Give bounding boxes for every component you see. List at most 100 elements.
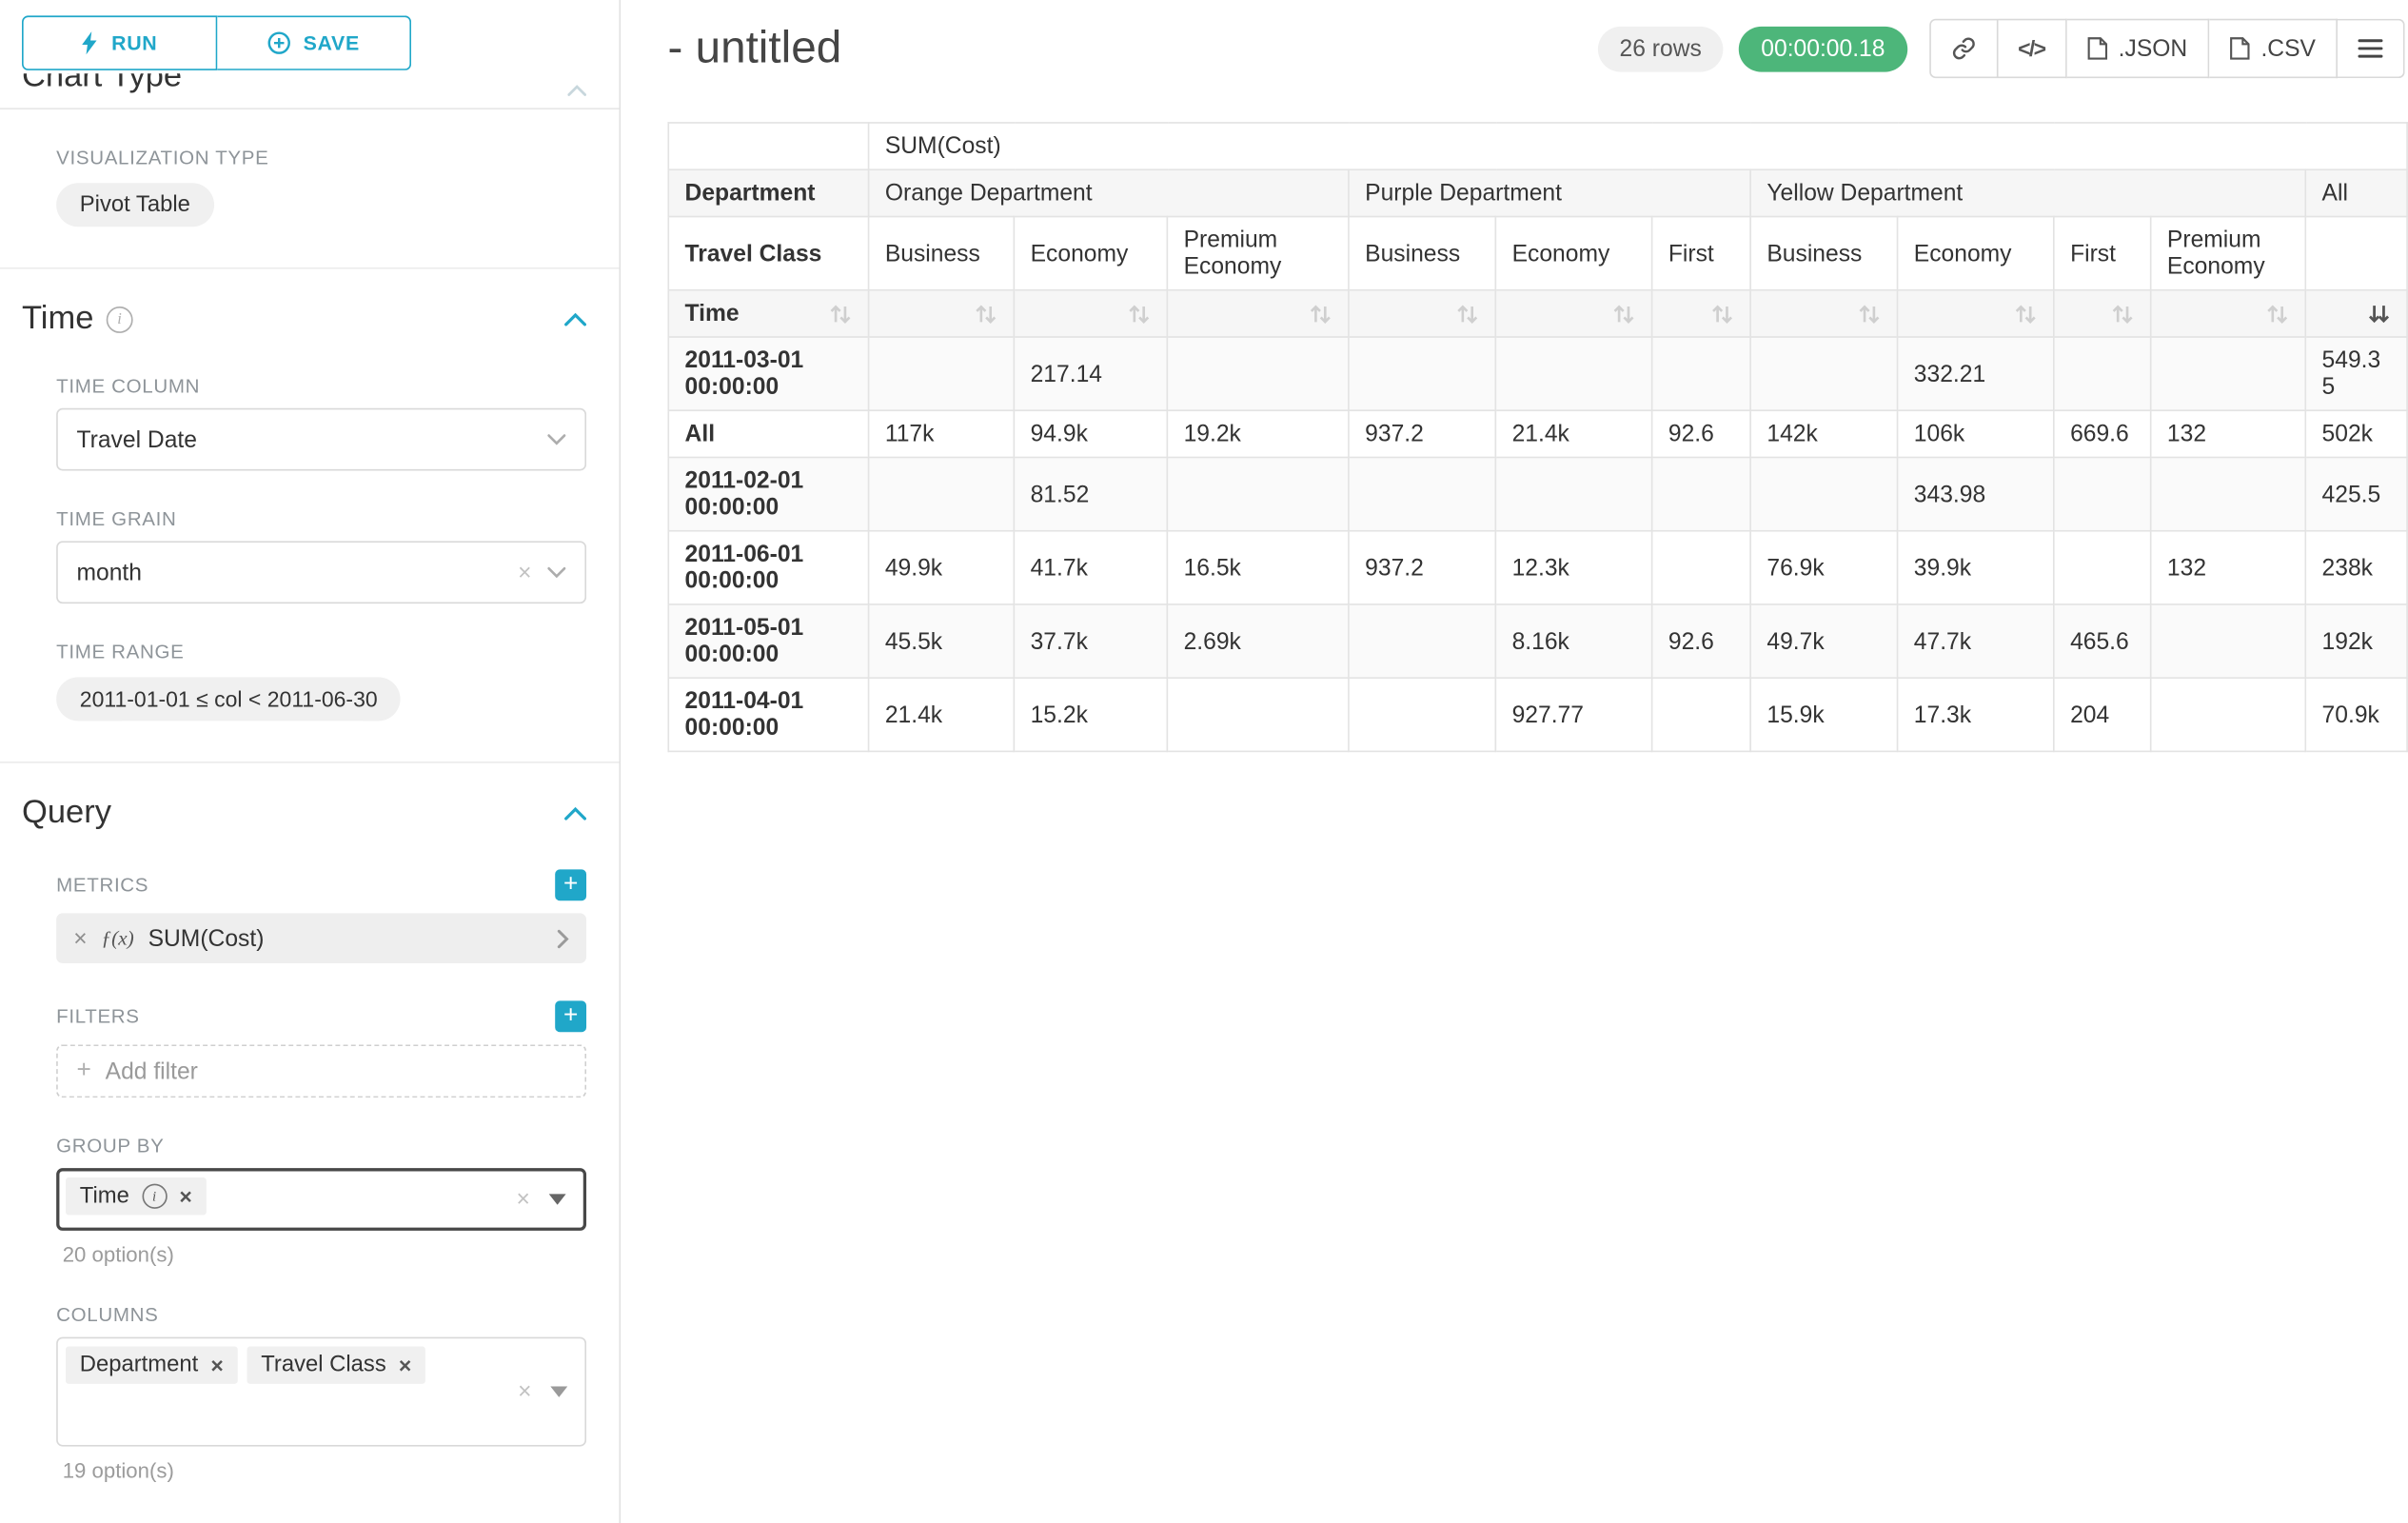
time-grain-select[interactable]: month × <box>56 541 586 603</box>
menu-button[interactable] <box>2338 19 2405 78</box>
remove-icon[interactable]: × <box>399 1355 411 1376</box>
corner-cell <box>668 123 868 169</box>
sort-icon[interactable] <box>2322 303 2391 325</box>
pivot-cell: 502k <box>2305 410 2407 457</box>
sort-icon[interactable] <box>2167 303 2289 325</box>
pivot-cell: 549.35 <box>2305 337 2407 410</box>
sort-icon[interactable] <box>1184 303 1332 325</box>
travel-class-header <box>2305 217 2407 290</box>
add-filter-plus-button[interactable]: + <box>555 1000 586 1032</box>
remove-icon[interactable]: × <box>210 1355 223 1376</box>
pivot-cell: 669.6 <box>2054 410 2151 457</box>
groupby-pill: Timei× <box>66 1177 207 1215</box>
sort-icon[interactable] <box>1365 303 1479 325</box>
time-column-select[interactable]: Travel Date <box>56 408 586 471</box>
time-range-pill[interactable]: 2011-01-01 ≤ col < 2011-06-30 <box>56 677 401 721</box>
sort-icon[interactable] <box>1512 303 1636 325</box>
department-group-header: All <box>2305 169 2407 216</box>
sort-icon[interactable] <box>829 303 853 325</box>
dropdown-arrow-icon[interactable] <box>550 1386 567 1396</box>
sort-icon[interactable] <box>1914 303 2038 325</box>
pivot-cell <box>1750 458 1897 531</box>
metric-name: SUM(Cost) <box>148 925 543 952</box>
chart-toolbar: </> .JSON .CSV <box>1928 19 2404 78</box>
visualization-type-label: VISUALIZATION TYPE <box>56 147 586 168</box>
time-grain-value: month <box>76 559 142 585</box>
export-json-button[interactable]: .JSON <box>2066 19 2209 78</box>
pivot-cell <box>1167 678 1349 751</box>
pivot-cell <box>2054 337 2151 410</box>
clear-icon[interactable]: × <box>518 1380 531 1404</box>
department-group-header: Yellow Department <box>1750 169 2305 216</box>
metric-item[interactable]: × ƒ(x) SUM(Cost) <box>56 913 586 963</box>
pivot-cell <box>1495 458 1651 531</box>
bolt-icon <box>82 31 99 55</box>
run-button[interactable]: RUN <box>22 15 217 69</box>
groupby-select[interactable]: Timei× × <box>56 1168 586 1231</box>
add-metric-button[interactable]: + <box>555 869 586 900</box>
chart-type-section: Chart Type <box>22 73 586 100</box>
pivot-cell <box>869 458 1015 531</box>
info-icon: i <box>107 306 133 332</box>
travel-class-header: First <box>2054 217 2151 290</box>
columns-select[interactable]: Department×Travel Class× × <box>56 1337 586 1447</box>
remove-icon[interactable]: × <box>179 1185 191 1207</box>
pivot-cell <box>1652 678 1750 751</box>
pivot-cell: 332.21 <box>1898 337 2054 410</box>
export-csv-button[interactable]: .CSV <box>2209 19 2338 78</box>
collapse-section-icon[interactable] <box>564 806 586 821</box>
sort-icon[interactable] <box>1767 303 1881 325</box>
pivot-cell: 117k <box>869 410 1015 457</box>
columns-label: COLUMNS <box>56 1304 586 1326</box>
table-row: 2011-03-01 00:00:00217.14332.21549.35 <box>668 337 2407 410</box>
pivot-cell <box>1349 604 1495 678</box>
run-save-group: RUN SAVE <box>22 15 411 69</box>
sort-header-cell <box>1014 290 1167 337</box>
pivot-row-header: 2011-03-01 00:00:00 <box>668 337 868 410</box>
pivot-cell <box>1750 337 1897 410</box>
pivot-row-header: All <box>668 410 868 457</box>
groupby-tags: Timei× <box>66 1177 494 1215</box>
chevron-right-icon[interactable] <box>557 928 569 948</box>
travel-class-header: Business <box>869 217 1015 290</box>
travel-class-header: First <box>1652 217 1750 290</box>
embed-code-button[interactable]: </> <box>1998 19 2067 78</box>
time-range-label: TIME RANGE <box>56 642 586 663</box>
chevron-up-icon[interactable] <box>567 76 586 100</box>
add-filter-button[interactable]: + Add filter <box>56 1044 586 1098</box>
pivot-cell <box>869 337 1015 410</box>
share-link-button[interactable] <box>1928 19 1997 78</box>
pivot-cell: 21.4k <box>1495 410 1651 457</box>
metric-header: SUM(Cost) <box>869 123 2408 169</box>
dropdown-arrow-icon[interactable] <box>549 1194 566 1204</box>
travel-class-header: Business <box>1349 217 1495 290</box>
sort-header-cell <box>869 290 1015 337</box>
sort-icon[interactable] <box>2070 303 2134 325</box>
pivot-cell: 37.7k <box>1014 604 1167 678</box>
sort-header-cell <box>2151 290 2306 337</box>
sort-icon[interactable] <box>1031 303 1151 325</box>
clear-icon[interactable]: × <box>518 561 531 584</box>
visualization-type-pill[interactable]: Pivot Table <box>56 183 213 227</box>
pivot-cell <box>1167 337 1349 410</box>
time-section-header: Time i <box>22 300 586 337</box>
query-section-heading: Query <box>22 795 111 832</box>
sort-icon[interactable] <box>885 303 997 325</box>
pivot-cell <box>2054 531 2151 604</box>
clear-icon[interactable]: × <box>517 1188 530 1212</box>
sort-icon[interactable] <box>1668 303 1734 325</box>
collapse-section-icon[interactable] <box>564 312 586 326</box>
remove-metric-icon[interactable]: × <box>73 926 87 950</box>
pivot-cell: 106k <box>1898 410 2054 457</box>
pivot-cell: 39.9k <box>1898 531 2054 604</box>
pivot-cell: 238k <box>2305 531 2407 604</box>
pivot-cell: 19.2k <box>1167 410 1349 457</box>
travel-class-header: Premium Economy <box>1167 217 1349 290</box>
pivot-cell: 132 <box>2151 531 2306 604</box>
save-button[interactable]: SAVE <box>217 15 411 69</box>
explore-view: RUN SAVE Chart Type VISUALIZATION TYPE P… <box>0 0 2408 1523</box>
chart-title[interactable]: - untitled <box>667 23 841 74</box>
sort-header-cell <box>1167 290 1349 337</box>
table-row: 2011-05-01 00:00:0045.5k37.7k2.69k8.16k9… <box>668 604 2407 678</box>
time-column-label: TIME COLUMN <box>56 375 586 397</box>
